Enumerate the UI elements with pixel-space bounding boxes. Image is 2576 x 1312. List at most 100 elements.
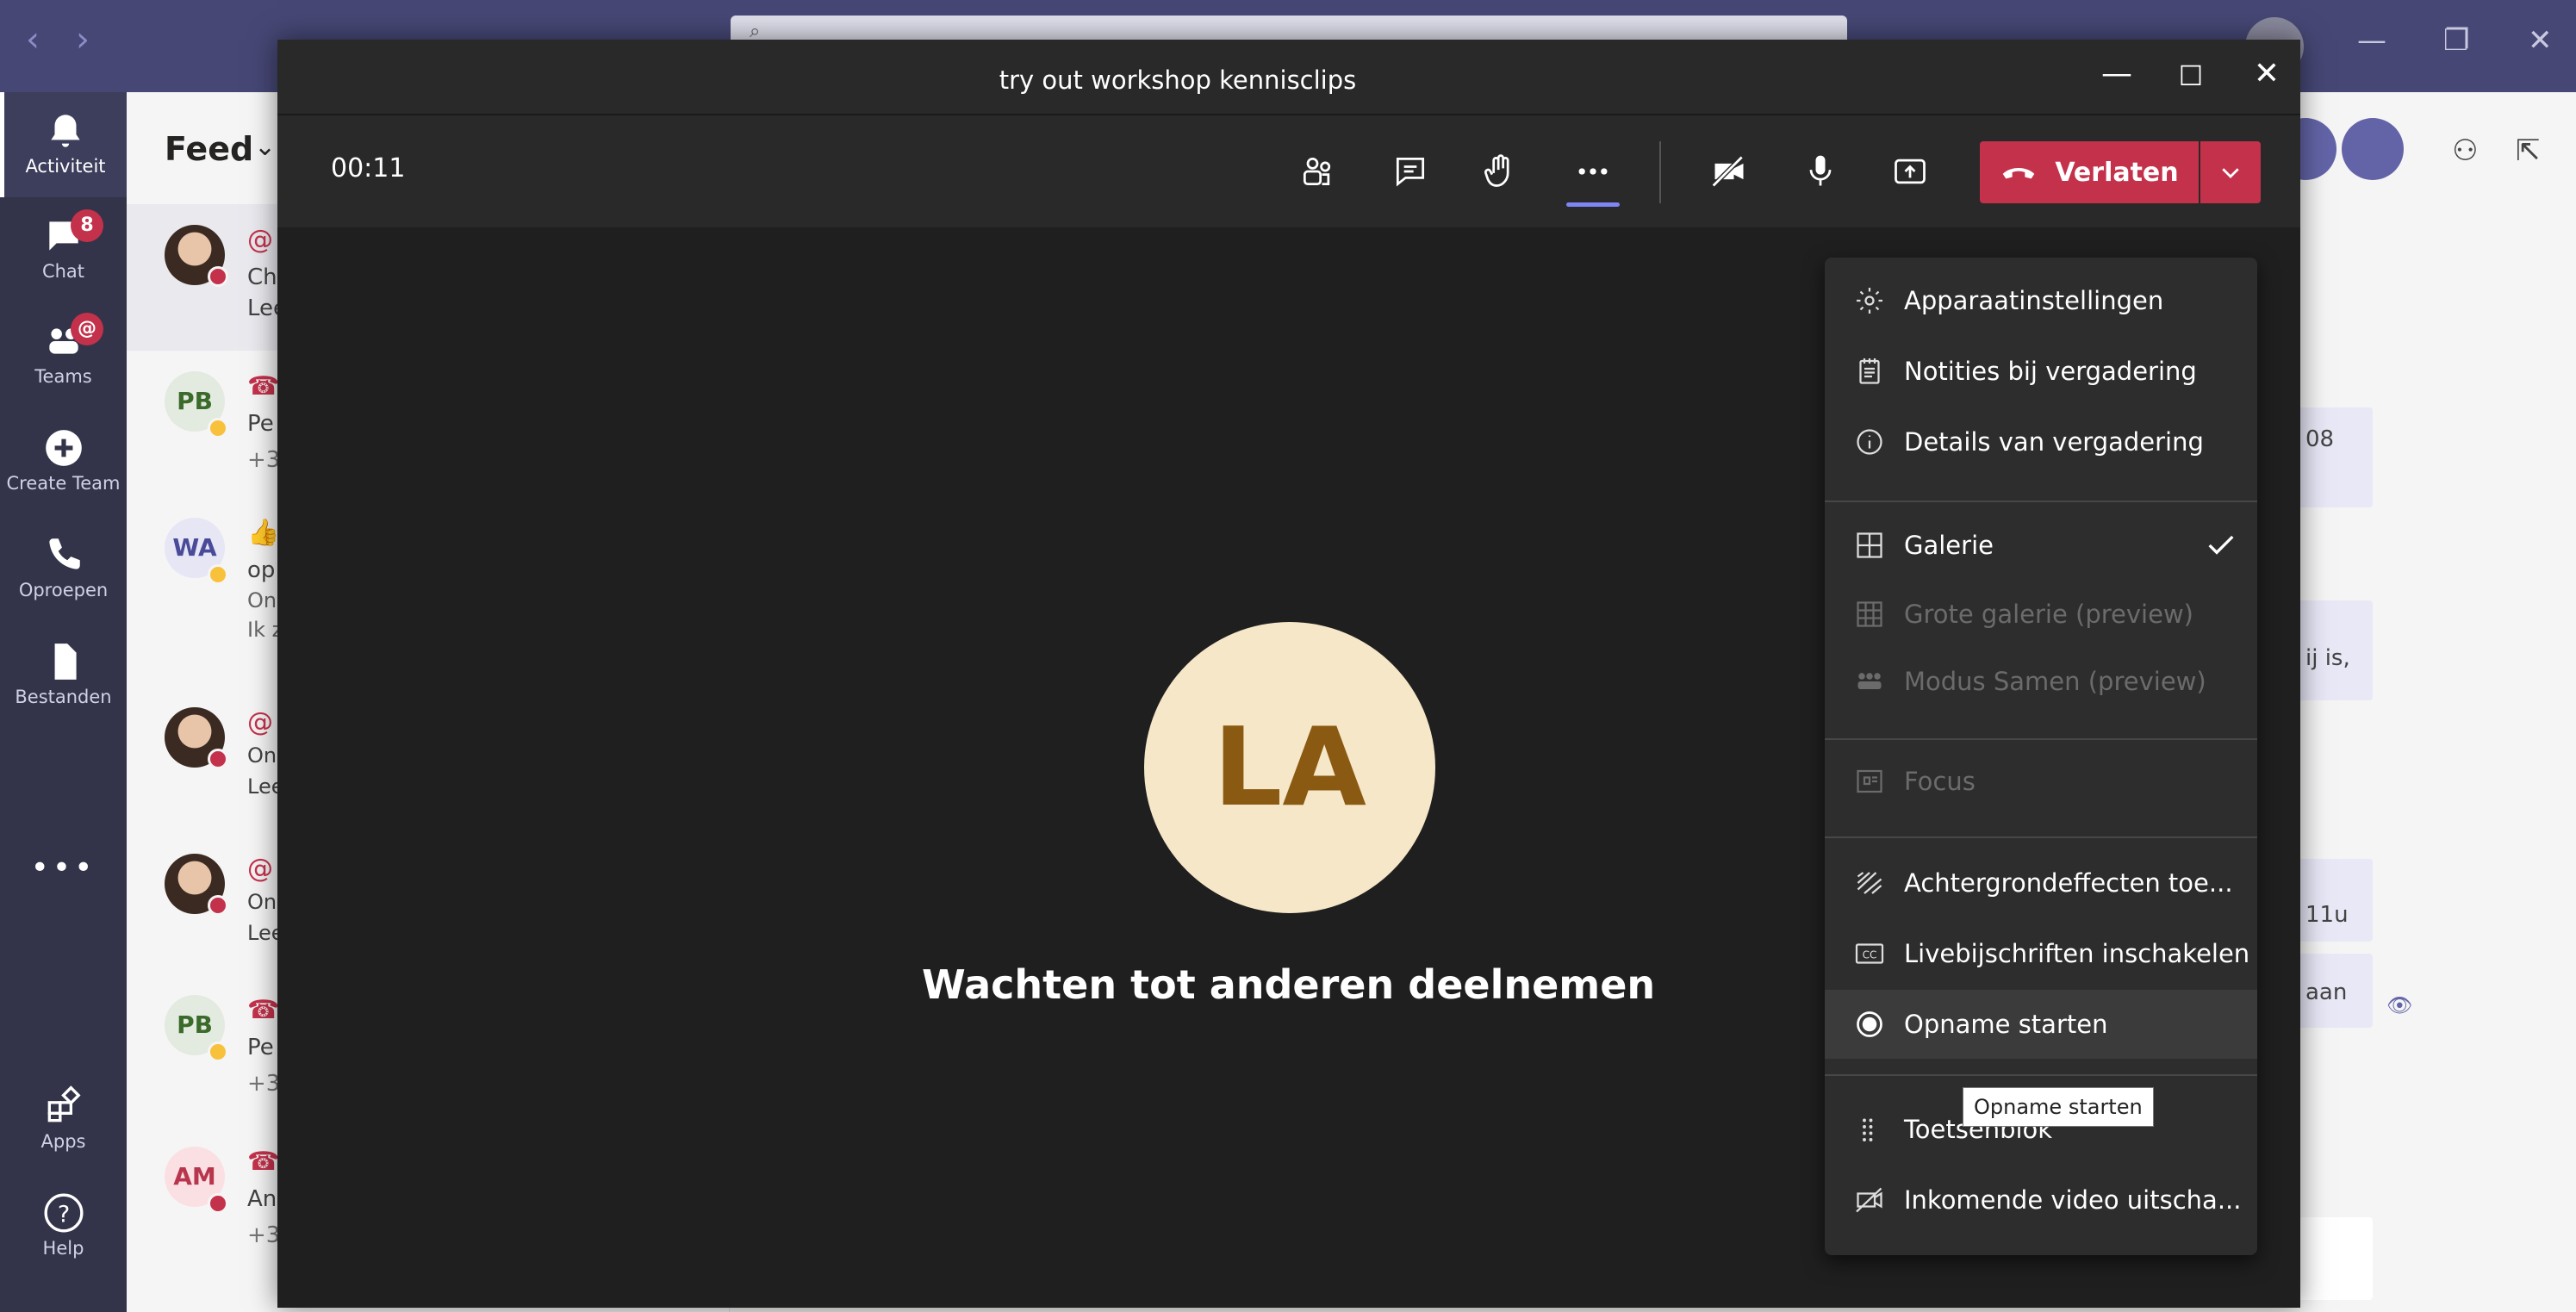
rail-label: Bestanden xyxy=(15,687,112,707)
menu-item-live-captions[interactable]: CC Livebijschriften inschakelen xyxy=(1825,919,2257,988)
menu-item-label: Galerie xyxy=(1904,531,1994,560)
chevron-down-icon[interactable]: ⌄ xyxy=(254,132,276,162)
chat-pane: ⚇ ⇱ 08 ij is, 11u aan 👁 xyxy=(2274,92,2576,1312)
background-effects-icon xyxy=(1857,872,1882,894)
menu-item-large-gallery: Grote galerie (preview) xyxy=(1825,580,2257,649)
presence-busy-icon xyxy=(208,895,228,916)
menu-item-incoming-video-off[interactable]: Inkomende video uitscha... xyxy=(1825,1166,2257,1234)
meeting-toolbar: 00:11 Verlaten xyxy=(277,114,2300,227)
menu-item-label: Inkomende video uitscha... xyxy=(1904,1185,2242,1215)
ellipsis-icon xyxy=(1578,168,1608,175)
participants-button[interactable] xyxy=(1287,141,1347,202)
presence-away-icon xyxy=(208,564,228,585)
missed-call-icon: ☎ xyxy=(247,371,280,401)
mention-icon: @ xyxy=(247,707,273,737)
presence-busy-icon xyxy=(208,1193,228,1214)
rail-label: Create Team xyxy=(6,473,121,494)
waiting-message: Wachten tot anderen deelnemen xyxy=(922,961,1656,1008)
checkmark-icon xyxy=(2208,535,2234,555)
rail-item-create-team[interactable]: Create Team xyxy=(0,416,127,511)
close-icon[interactable]: ✕ xyxy=(2245,59,2288,90)
rail-item-apps[interactable]: Apps xyxy=(0,1074,127,1169)
pop-out-icon[interactable]: ⇱ xyxy=(2516,134,2541,168)
message-card: aan xyxy=(2300,954,2373,1028)
apps-icon xyxy=(47,1085,81,1122)
participants-icon xyxy=(1303,157,1331,186)
chat-badge: 8 xyxy=(71,209,103,242)
camera-toggle-button[interactable] xyxy=(1699,141,1759,202)
minimize-icon[interactable]: — xyxy=(2095,59,2138,90)
read-receipt-icon: 👁 xyxy=(2386,993,2413,1017)
hand-icon xyxy=(1484,154,1509,187)
restore-icon[interactable]: ❐ xyxy=(2443,26,2469,55)
mention-icon: @ xyxy=(247,225,273,255)
missed-call-icon: ☎ xyxy=(247,995,280,1025)
menu-separator xyxy=(1825,738,2257,740)
rail-label: Activiteit xyxy=(25,156,106,177)
help-icon: ? xyxy=(44,1193,83,1233)
file-icon xyxy=(54,644,77,680)
menu-item-meeting-notes[interactable]: Notities bij vergadering xyxy=(1825,337,2257,406)
leave-options-button[interactable] xyxy=(2200,141,2261,203)
meeting-title-bar: try out workshop kennisclips — ☐ ✕ xyxy=(277,40,2300,114)
raise-hand-button[interactable] xyxy=(1470,141,1530,202)
compose-box[interactable] xyxy=(2300,1217,2373,1300)
leave-button[interactable]: Verlaten xyxy=(1980,141,2199,203)
chat-icon xyxy=(1396,157,1425,187)
add-people-icon[interactable]: ⚇ xyxy=(2452,134,2478,168)
rail-item-calls[interactable]: Oproepen xyxy=(0,523,127,618)
menu-item-background-effects[interactable]: Achtergrondeffecten toe... xyxy=(1825,849,2257,917)
message-card: 08 xyxy=(2300,407,2373,507)
forward-arrow-icon[interactable]: › xyxy=(76,22,90,57)
like-icon: 👍 xyxy=(247,518,280,548)
bell-icon xyxy=(51,115,80,147)
menu-item-label: Details van vergadering xyxy=(1904,427,2204,457)
menu-separator xyxy=(1825,501,2257,502)
rail-item-teams[interactable]: Teams @ xyxy=(0,309,127,404)
presence-busy-icon xyxy=(208,749,228,769)
tooltip: Opname starten xyxy=(1963,1087,2154,1127)
plus-circle-icon xyxy=(45,430,82,466)
rail-label: Apps xyxy=(40,1131,86,1152)
minimize-icon[interactable]: — xyxy=(2357,26,2386,55)
menu-separator xyxy=(1825,1074,2257,1076)
microphone-toggle-button[interactable] xyxy=(1790,141,1851,202)
back-arrow-icon[interactable]: ‹ xyxy=(26,22,40,57)
chevron-down-icon xyxy=(2222,168,2239,178)
presence-busy-icon xyxy=(208,266,228,287)
avatar xyxy=(165,707,228,769)
message-card: 11u xyxy=(2300,859,2373,942)
menu-item-device-settings[interactable]: Apparaatinstellingen xyxy=(1825,266,2257,335)
menu-item-meeting-details[interactable]: Details van vergadering xyxy=(1825,407,2257,476)
hang-up-icon xyxy=(2003,167,2035,179)
rail-item-activity[interactable]: Activiteit xyxy=(0,92,127,197)
gallery-icon xyxy=(1857,532,1882,558)
chat-button[interactable] xyxy=(1380,141,1440,202)
close-icon[interactable]: ✕ xyxy=(2528,26,2553,55)
svg-text:?: ? xyxy=(57,1201,69,1228)
share-screen-button[interactable] xyxy=(2342,118,2404,180)
share-screen-icon xyxy=(1895,159,1926,184)
maximize-icon[interactable]: ☐ xyxy=(2169,62,2212,90)
focus-icon xyxy=(1857,769,1882,793)
phone-icon xyxy=(48,538,80,569)
rail-item-chat[interactable]: Chat 8 xyxy=(0,204,127,299)
share-content-button[interactable] xyxy=(1880,141,1940,202)
more-actions-button[interactable] xyxy=(1563,141,1623,207)
menu-item-label: Opname starten xyxy=(1904,1010,2108,1039)
menu-item-gallery[interactable]: Galerie xyxy=(1825,511,2257,580)
menu-item-label: Focus xyxy=(1904,767,1976,796)
presence-away-icon xyxy=(208,1042,228,1062)
dialpad-icon xyxy=(1863,1118,1873,1141)
camera-off-icon xyxy=(1711,155,1744,188)
rail-label: Teams xyxy=(34,366,92,387)
together-mode-icon xyxy=(1857,673,1882,689)
rail-item-files[interactable]: Bestanden xyxy=(0,630,127,724)
rail-item-help[interactable]: ? Help xyxy=(0,1181,127,1276)
menu-item-start-recording[interactable]: Opname starten xyxy=(1825,990,2257,1059)
toolbar-divider xyxy=(1659,141,1661,203)
captions-icon: CC xyxy=(1855,943,1884,964)
svg-text:CC: CC xyxy=(1863,948,1877,961)
more-apps-button[interactable]: ••• xyxy=(0,850,127,886)
missed-call-icon: ☎ xyxy=(247,1147,280,1177)
